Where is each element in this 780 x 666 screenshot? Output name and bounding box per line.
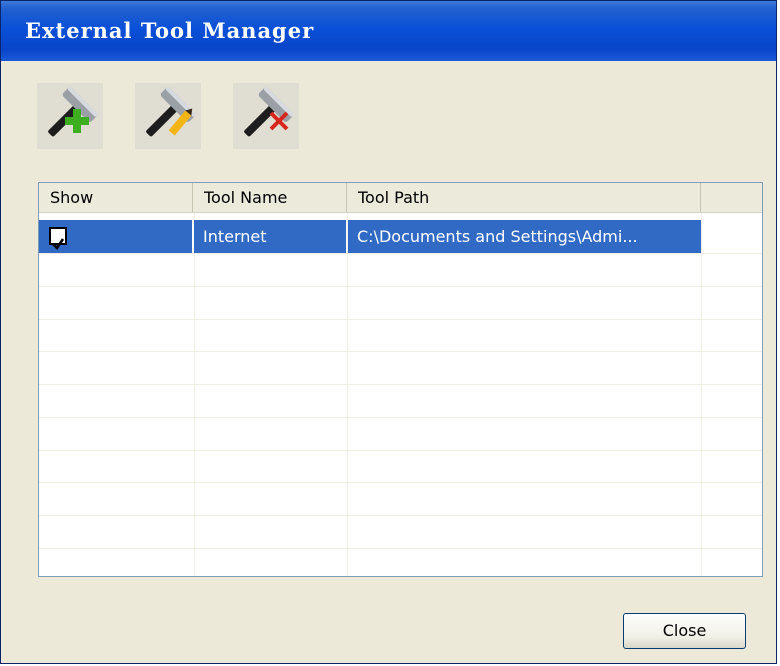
external-tool-manager-window: External Tool Manager Show Tool Name Too… xyxy=(0,0,777,664)
show-checkbox[interactable] xyxy=(49,227,67,251)
cell-tool-name[interactable]: Internet xyxy=(194,220,346,253)
grid-divider xyxy=(194,213,195,576)
window-title: External Tool Manager xyxy=(25,18,315,43)
table-row[interactable]: Internet C:\Documents and Settings\Admi.… xyxy=(39,220,762,253)
grid-divider xyxy=(701,213,702,576)
grid-divider xyxy=(39,286,762,287)
grid-divider xyxy=(39,351,762,352)
grid-divider xyxy=(39,319,762,320)
close-button[interactable]: Close xyxy=(623,613,746,649)
grid-divider xyxy=(39,253,762,254)
hammer-pencil-icon xyxy=(146,87,196,137)
checkmark-icon xyxy=(52,238,65,251)
column-header-tool-name[interactable]: Tool Name xyxy=(193,183,347,212)
grid-divider xyxy=(347,213,348,576)
grid-divider xyxy=(39,417,762,418)
hammer-delete-icon xyxy=(244,87,294,137)
cell-tool-path[interactable]: C:\Documents and Settings\Admi... xyxy=(348,220,701,253)
grid-divider xyxy=(39,384,762,385)
hammer-plus-icon xyxy=(48,87,98,137)
column-header-tool-path[interactable]: Tool Path xyxy=(347,183,701,212)
tool-grid: Show Tool Name Tool Path Internet C:\Doc… xyxy=(38,182,763,577)
cell-show[interactable] xyxy=(39,220,192,253)
delete-tool-button[interactable] xyxy=(233,83,299,149)
add-tool-button[interactable] xyxy=(37,83,103,149)
title-bar: External Tool Manager xyxy=(1,1,776,61)
grid-divider xyxy=(39,482,762,483)
grid-header: Show Tool Name Tool Path xyxy=(39,183,762,213)
grid-divider xyxy=(39,548,762,549)
column-header-show[interactable]: Show xyxy=(39,183,193,212)
grid-divider xyxy=(39,450,762,451)
grid-divider xyxy=(39,515,762,516)
edit-tool-button[interactable] xyxy=(135,83,201,149)
